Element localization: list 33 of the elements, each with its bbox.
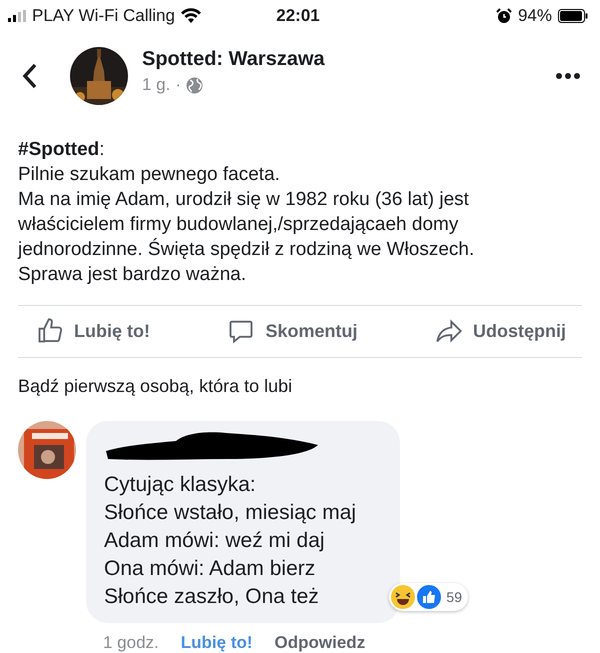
- like-button[interactable]: Lubię to!: [36, 317, 150, 346]
- post-text: Ma na imię Adam, urodził się w 1982 roku (36 lat) jest właścicielem firmy budowlanej,/sprzedającaeh domy jednorodzinne. Święta spędził z rodziną we Włoszech.: [18, 188, 476, 262]
- signal-icon: [8, 10, 26, 22]
- comment-text: Słońce wstało, miesiąc maj: [104, 500, 358, 526]
- carrier-label: PLAY Wi-Fi Calling: [32, 6, 175, 26]
- likes-prompt: Bądź pierwszą osobą, która to lubi: [18, 376, 294, 397]
- comment-text: Słońce zaszło, Ona też: [104, 584, 320, 610]
- comment-button[interactable]: Skomentuj: [227, 317, 358, 346]
- thumbs-up-icon: [36, 317, 64, 346]
- comment-text: Cytując klasyka:: [104, 472, 257, 498]
- dot-separator: ·: [175, 75, 182, 96]
- share-button[interactable]: Udostępnij: [435, 317, 566, 346]
- comment-text: Adam mówi: weź mi daj: [104, 528, 326, 554]
- globe-icon: [186, 76, 204, 94]
- comment-like-link[interactable]: Lubię to!: [180, 633, 253, 653]
- alarm-clock-icon: [496, 8, 512, 24]
- post-text: Sprawa jest bardzo ważna.: [18, 262, 248, 287]
- reaction-badge[interactable]: 59: [389, 583, 468, 611]
- comment-time: 1 godz.: [103, 633, 159, 653]
- comment-text: Ona mówi: Adam bierz: [104, 556, 316, 582]
- post-text: Pilnie szukam pewnego faceta.: [18, 162, 281, 187]
- battery-percent: 94%: [518, 6, 552, 26]
- post-time: 1 g.: [142, 75, 170, 96]
- more-options-icon[interactable]: [556, 72, 580, 79]
- clock-time: 22:01: [275, 6, 321, 26]
- reaction-count: 59: [446, 589, 462, 605]
- post-heading: #Spotted:: [18, 138, 106, 162]
- reply-link[interactable]: Odpowiedz: [274, 633, 366, 653]
- page-name[interactable]: Spotted: Warszawa: [142, 48, 556, 72]
- laughing-emoji-icon: [391, 585, 416, 609]
- battery-icon: [558, 8, 588, 23]
- thumbs-up-icon: [417, 585, 442, 609]
- wifi-icon: [180, 8, 201, 24]
